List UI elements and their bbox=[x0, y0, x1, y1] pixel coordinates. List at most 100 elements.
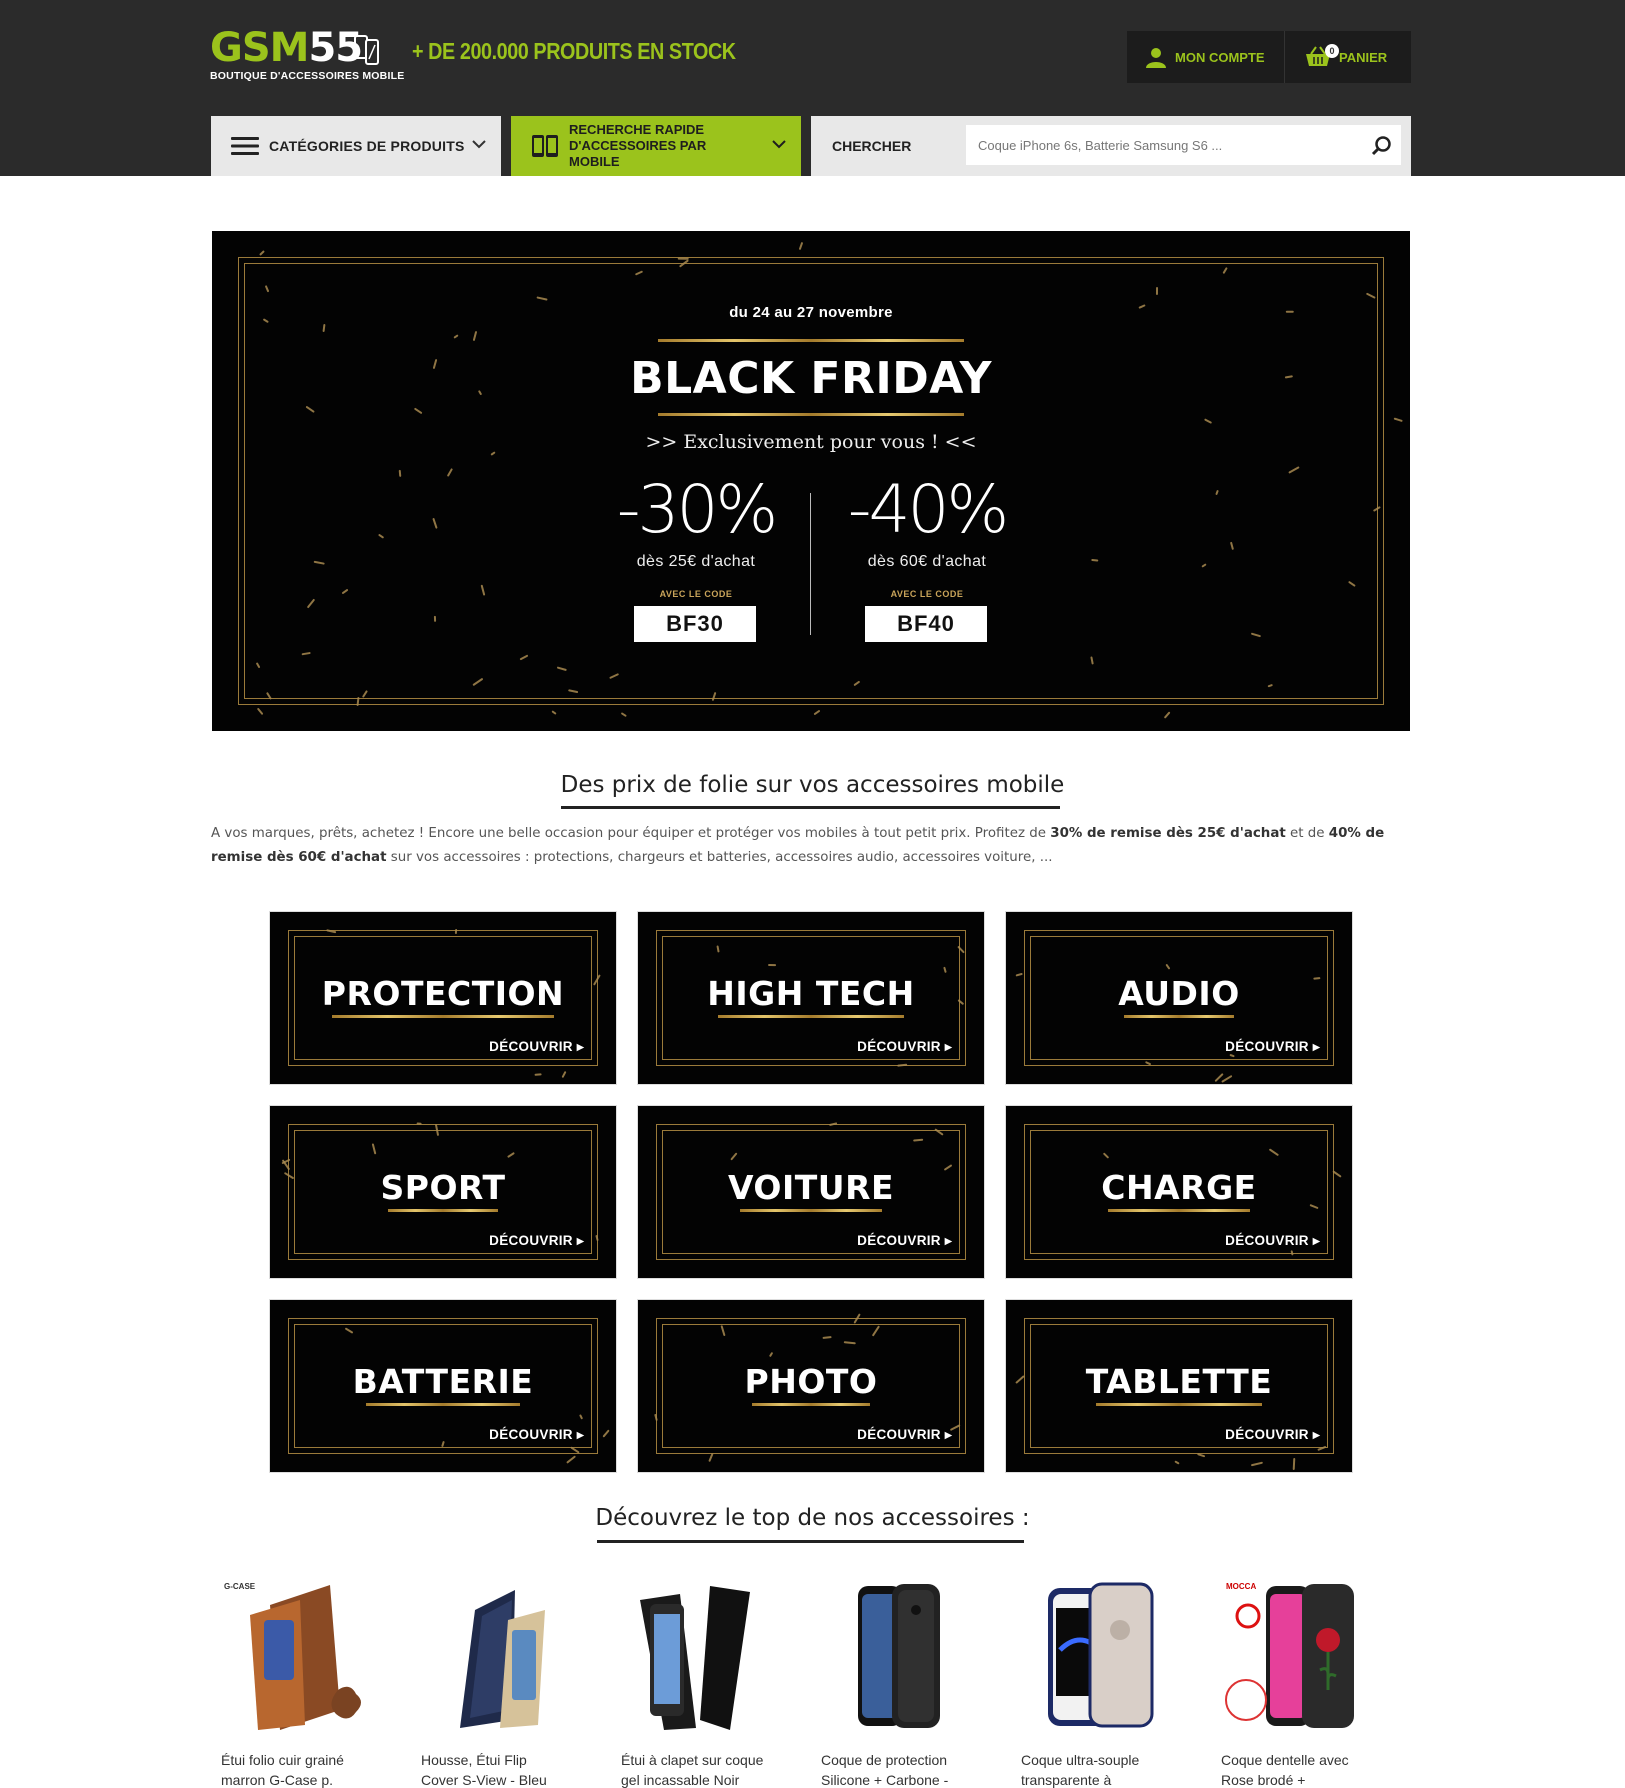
caret-right-icon: ▸ bbox=[576, 1233, 584, 1248]
category-label: BATTERIE bbox=[352, 1362, 534, 1401]
gold-rule bbox=[658, 339, 964, 342]
product-card[interactable]: Coque de protection Silicone + Carbone - bbox=[810, 1580, 982, 1788]
caret-right-icon: ▸ bbox=[1312, 1233, 1320, 1248]
category-tile-photo[interactable]: PHOTO DÉCOUVRIR ▸ bbox=[638, 1300, 984, 1472]
product-name-line: Cover S-View - Bleu bbox=[421, 1772, 547, 1788]
product-brand-logo: G-CASE bbox=[224, 1582, 256, 1591]
chevron-down-icon bbox=[472, 140, 486, 149]
gold-rule bbox=[1124, 1015, 1234, 1018]
product-name-line: Étui à clapet sur coque bbox=[621, 1752, 764, 1768]
product-card[interactable]: Coque ultra-souple transparente à bbox=[1010, 1580, 1182, 1788]
stock-claim: + DE 200.000 PRODUITS EN STOCK bbox=[412, 38, 736, 64]
search-icon[interactable] bbox=[1371, 135, 1393, 157]
site-logo[interactable]: GSM55 BOUTIQUE D'ACCESSOIRES MOBILE bbox=[210, 28, 404, 86]
discover-label: DÉCOUVRIR bbox=[857, 1039, 941, 1054]
title-underline bbox=[597, 1540, 1024, 1543]
gold-rule bbox=[718, 1015, 904, 1018]
intro-text: A vos marques, prêts, achetez ! Encore u… bbox=[211, 826, 1051, 841]
cart-button[interactable]: 0 PANIER bbox=[1285, 31, 1387, 83]
product-image bbox=[640, 1586, 750, 1730]
category-tile-voiture[interactable]: VOITURE DÉCOUVRIR ▸ bbox=[638, 1106, 984, 1278]
account-cart-box: MON COMPTE 0 PANIER bbox=[1127, 31, 1411, 83]
product-name-line: gel incassable Noir bbox=[621, 1772, 740, 1788]
confetti-decoration bbox=[708, 1452, 714, 1462]
product-name-line: marron G-Case p. bbox=[221, 1772, 334, 1788]
category-tile-charge[interactable]: CHARGE DÉCOUVRIR ▸ bbox=[1006, 1106, 1352, 1278]
product-name-line: Coque de protection bbox=[821, 1752, 948, 1768]
code-label: AVEC LE CODE bbox=[659, 589, 733, 599]
account-button[interactable]: MON COMPTE bbox=[1127, 31, 1285, 83]
product-image bbox=[460, 1590, 545, 1728]
categories-label: CATÉGORIES DE PRODUITS bbox=[269, 138, 465, 154]
confetti-decoration bbox=[798, 242, 803, 251]
discover-link[interactable]: DÉCOUVRIR ▸ bbox=[489, 1233, 584, 1249]
black-friday-banner[interactable]: du 24 au 27 novembre BLACK FRIDAY >> Exc… bbox=[212, 231, 1410, 731]
confetti-decoration bbox=[1221, 1074, 1233, 1083]
product-image bbox=[858, 1584, 940, 1728]
product-name[interactable]: Étui à clapet sur coque gel incassable No… bbox=[621, 1750, 781, 1788]
category-tile-protection[interactable]: PROTECTION DÉCOUVRIR ▸ bbox=[270, 912, 616, 1084]
discover-link[interactable]: DÉCOUVRIR ▸ bbox=[857, 1233, 952, 1249]
discover-link[interactable]: DÉCOUVRIR ▸ bbox=[857, 1427, 952, 1443]
product-name[interactable]: Housse, Étui Flip Cover S-View - Bleu bbox=[421, 1750, 581, 1788]
confetti-decoration bbox=[1163, 711, 1171, 719]
discover-link[interactable]: DÉCOUVRIR ▸ bbox=[857, 1039, 952, 1055]
discover-label: DÉCOUVRIR bbox=[489, 1427, 573, 1442]
caret-right-icon: ▸ bbox=[576, 1039, 584, 1054]
category-tile-batterie[interactable]: BATTERIE DÉCOUVRIR ▸ bbox=[270, 1300, 616, 1472]
phones-icon bbox=[354, 35, 379, 65]
discover-label: DÉCOUVRIR bbox=[1225, 1427, 1309, 1442]
product-name-line: transparente à bbox=[1021, 1772, 1112, 1788]
discover-label: DÉCOUVRIR bbox=[857, 1427, 941, 1442]
discover-link[interactable]: DÉCOUVRIR ▸ bbox=[489, 1427, 584, 1443]
gold-rule bbox=[366, 1403, 520, 1406]
confetti-decoration bbox=[257, 707, 264, 716]
discover-link[interactable]: DÉCOUVRIR ▸ bbox=[489, 1039, 584, 1055]
quick-search-label: RECHERCHE RAPIDE D'ACCESSOIRES PAR MOBIL… bbox=[569, 122, 707, 169]
confetti-decoration bbox=[602, 1429, 610, 1438]
product-image bbox=[250, 1585, 361, 1730]
confetti-decoration bbox=[398, 470, 402, 478]
discount-40-condition: dès 60€ d'achat bbox=[867, 553, 987, 570]
product-name[interactable]: Coque ultra-souple transparente à bbox=[1021, 1750, 1181, 1788]
product-name-line: Housse, Étui Flip bbox=[421, 1752, 527, 1768]
confetti-decoration bbox=[433, 615, 436, 622]
product-name[interactable]: Coque de protection Silicone + Carbone - bbox=[821, 1750, 981, 1788]
discount-30: -30% bbox=[616, 471, 779, 548]
confetti-decoration bbox=[416, 1121, 423, 1125]
product-name-line: Coque ultra-souple bbox=[1021, 1752, 1140, 1768]
category-label: VOITURE bbox=[727, 1168, 895, 1207]
discover-link[interactable]: DÉCOUVRIR ▸ bbox=[1225, 1233, 1320, 1249]
category-tile-high-tech[interactable]: HIGH TECH DÉCOUVRIR ▸ bbox=[638, 912, 984, 1084]
product-card[interactable]: G-CASE Étui folio cuir grainé marron G-Ca… bbox=[210, 1580, 382, 1788]
confetti-decoration bbox=[1091, 558, 1099, 562]
product-categories-menu[interactable]: CATÉGORIES DE PRODUITS bbox=[211, 116, 501, 176]
product-name[interactable]: Coque dentelle avec Rose brodé + bbox=[1221, 1750, 1381, 1788]
confetti-decoration bbox=[561, 1070, 567, 1078]
chevron-down-icon bbox=[772, 140, 786, 149]
search-input[interactable] bbox=[966, 125, 1401, 165]
product-card[interactable]: Housse, Étui Flip Cover S-View - Bleu bbox=[410, 1580, 582, 1788]
product-card[interactable]: MOCCA Coque dentelle avec Rose brodé + bbox=[1210, 1580, 1382, 1788]
category-tile-audio[interactable]: AUDIO DÉCOUVRIR ▸ bbox=[1006, 912, 1352, 1084]
discount-40: -40% bbox=[847, 471, 1010, 548]
discover-link[interactable]: DÉCOUVRIR ▸ bbox=[1225, 1039, 1320, 1055]
title-underline bbox=[561, 806, 1060, 809]
product-name-line: Rose brodé + bbox=[1221, 1772, 1306, 1788]
discover-link[interactable]: DÉCOUVRIR ▸ bbox=[1225, 1427, 1320, 1443]
confetti-decoration bbox=[595, 1234, 600, 1242]
banner-title: BLACK FRIDAY bbox=[630, 353, 992, 404]
category-label: TABLETTE bbox=[1085, 1362, 1273, 1401]
product-name-line: Coque dentelle avec bbox=[1221, 1752, 1349, 1768]
category-tile-tablette[interactable]: TABLETTE DÉCOUVRIR ▸ bbox=[1006, 1300, 1352, 1472]
quick-search-by-mobile-menu[interactable]: RECHERCHE RAPIDE D'ACCESSOIRES PAR MOBIL… bbox=[511, 116, 801, 176]
intro-highlight: 30% de remise dès 25€ d'achat bbox=[1050, 826, 1286, 841]
hamburger-icon bbox=[231, 137, 259, 155]
logo-tagline: BOUTIQUE D'ACCESSOIRES MOBILE bbox=[210, 70, 405, 82]
product-card[interactable]: Étui à clapet sur coque gel incassable No… bbox=[610, 1580, 782, 1788]
cart-label: PANIER bbox=[1339, 49, 1388, 65]
gold-rule bbox=[658, 413, 964, 416]
discover-label: DÉCOUVRIR bbox=[857, 1233, 941, 1248]
product-name[interactable]: Étui folio cuir grainé marron G-Case p. bbox=[221, 1750, 381, 1788]
category-tile-sport[interactable]: SPORT DÉCOUVRIR ▸ bbox=[270, 1106, 616, 1278]
